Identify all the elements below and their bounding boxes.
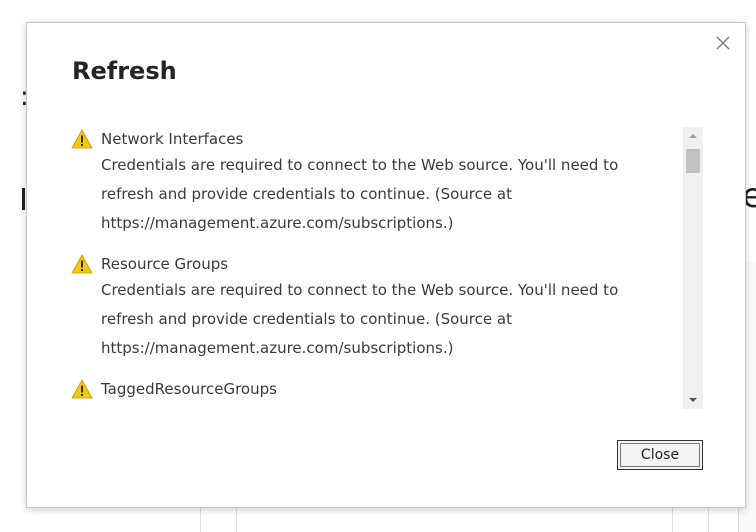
message-source-name: Network Interfaces: [101, 130, 244, 148]
scroll-thumb[interactable]: [686, 149, 700, 173]
message-line: https://management.azure.com/subscriptio…: [101, 214, 454, 232]
close-icon[interactable]: [713, 33, 733, 53]
message-line: Credentials are required to connect to t…: [101, 156, 619, 174]
message-item: Resource Groups Credentials are required…: [71, 252, 685, 363]
vertical-scrollbar[interactable]: [683, 127, 703, 409]
message-item: TaggedResourceGroups: [71, 377, 685, 401]
scroll-up-arrow-icon[interactable]: [683, 127, 703, 145]
message-line: https://management.azure.com/subscriptio…: [101, 339, 454, 357]
message-source-name: Resource Groups: [101, 255, 229, 273]
message-header: TaggedResourceGroups: [71, 377, 685, 401]
message-item: Network Interfaces Credentials are requi…: [71, 127, 685, 238]
message-line: refresh and provide credentials to conti…: [101, 310, 512, 328]
message-line: Credentials are required to connect to t…: [101, 281, 619, 299]
warning-icon: [71, 379, 93, 399]
refresh-dialog: Refresh Network Interfaces Credentials a…: [26, 22, 746, 508]
scroll-down-arrow-icon[interactable]: [683, 391, 703, 409]
message-list[interactable]: Network Interfaces Credentials are requi…: [71, 127, 685, 413]
dialog-title: Refresh: [72, 57, 177, 85]
message-source-name: TaggedResourceGroups: [101, 380, 277, 398]
warning-icon: [71, 254, 93, 274]
close-button-label: Close: [620, 443, 700, 467]
message-line: refresh and provide credentials to conti…: [101, 185, 512, 203]
message-header: Network Interfaces: [71, 127, 685, 151]
message-text: Credentials are required to connect to t…: [101, 276, 685, 363]
background-bar-fragment: [22, 188, 25, 210]
message-header: Resource Groups: [71, 252, 685, 276]
close-button[interactable]: Close: [617, 440, 703, 470]
message-text: Credentials are required to connect to t…: [101, 151, 685, 238]
warning-icon: [71, 129, 93, 149]
